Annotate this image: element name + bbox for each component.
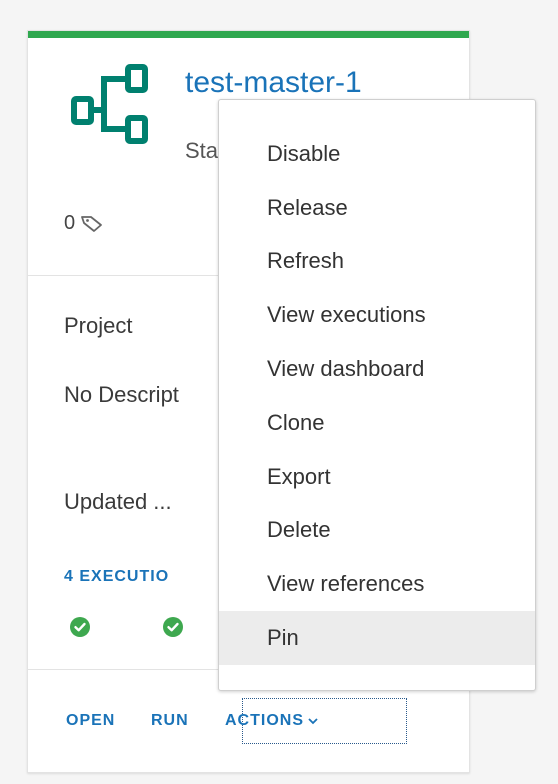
executions-link[interactable]: 4 EXECUTIO [64, 568, 169, 586]
pipeline-status-text: Sta [185, 138, 219, 163]
status-accent-bar [28, 31, 469, 38]
chevron-down-icon [308, 718, 318, 725]
success-check-icon[interactable] [163, 617, 183, 637]
menu-item-pin[interactable]: Pin [219, 611, 535, 665]
menu-item-export[interactable]: Export [219, 450, 535, 504]
menu-item-view-executions[interactable]: View executions [219, 288, 535, 342]
pipeline-title-link[interactable]: test-master-1 [185, 65, 362, 101]
run-button[interactable]: RUN [151, 712, 189, 730]
menu-item-disable[interactable]: Disable [219, 127, 535, 181]
actions-button-label: ACTIONS [225, 712, 304, 729]
pipeline-icon [71, 64, 148, 144]
tag-count: 0 [64, 212, 76, 234]
updated-text: Updated ... [64, 489, 172, 514]
description-text: No Descript [64, 382, 179, 407]
success-check-icon[interactable] [70, 617, 90, 637]
tags[interactable]: 0 [64, 211, 105, 235]
actions-button[interactable]: ACTIONS [225, 712, 318, 730]
open-button[interactable]: OPEN [66, 712, 115, 730]
project-label: Project [64, 313, 133, 338]
actions-dropdown-menu: Disable Release Refresh View executions … [218, 99, 536, 691]
menu-item-refresh[interactable]: Refresh [219, 234, 535, 288]
menu-item-release[interactable]: Release [219, 181, 535, 235]
menu-item-clone[interactable]: Clone [219, 396, 535, 450]
tag-icon [81, 216, 103, 232]
menu-item-delete[interactable]: Delete [219, 503, 535, 557]
menu-item-view-dashboard[interactable]: View dashboard [219, 342, 535, 396]
menu-item-view-references[interactable]: View references [219, 557, 535, 611]
